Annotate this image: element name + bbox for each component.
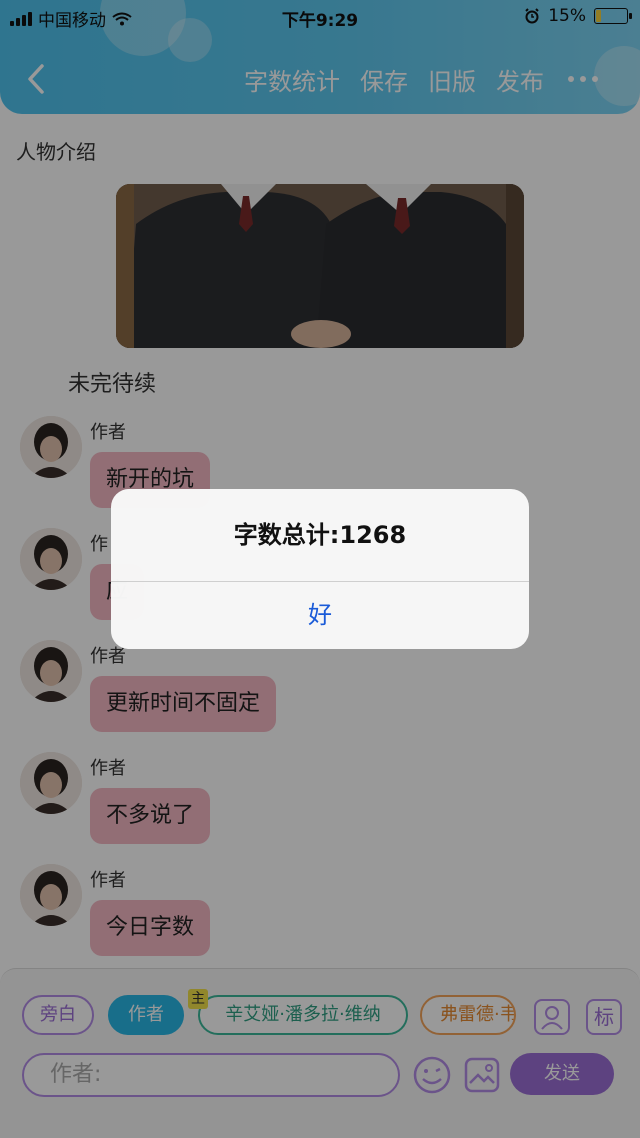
word-count-alert: 字数总计:1268 好 bbox=[111, 489, 529, 649]
alert-title: 字数总计:1268 bbox=[233, 521, 407, 549]
alert-ok-button[interactable]: 好 bbox=[111, 582, 529, 649]
